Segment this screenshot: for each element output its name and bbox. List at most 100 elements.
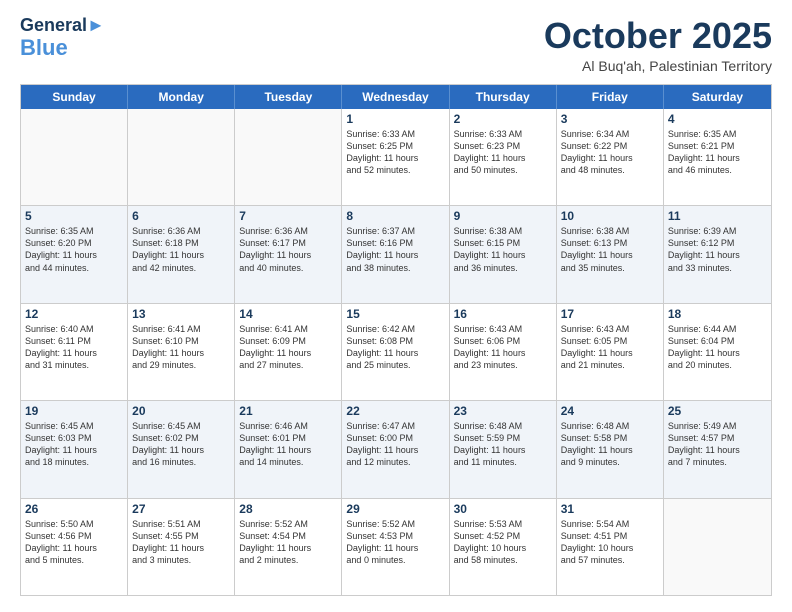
weekday-header: Thursday — [450, 85, 557, 109]
calendar-cell: 22 Sunrise: 6:47 AM Sunset: 6:00 PM Dayli… — [342, 401, 449, 497]
location: Al Buq'ah, Palestinian Territory — [544, 58, 772, 74]
weekday-header: Tuesday — [235, 85, 342, 109]
empty-cell — [235, 109, 342, 205]
day-number: 1 — [346, 112, 444, 126]
calendar-cell: 26 Sunrise: 5:50 AM Sunset: 4:56 PM Dayli… — [21, 499, 128, 595]
cell-info: Sunrise: 6:34 AM Sunset: 6:22 PM Dayligh… — [561, 128, 659, 177]
cell-info: Sunrise: 5:54 AM Sunset: 4:51 PM Dayligh… — [561, 518, 659, 567]
calendar-cell: 6 Sunrise: 6:36 AM Sunset: 6:18 PM Daylig… — [128, 206, 235, 302]
day-number: 4 — [668, 112, 767, 126]
calendar-row: 5 Sunrise: 6:35 AM Sunset: 6:20 PM Daylig… — [21, 206, 771, 303]
cell-info: Sunrise: 6:47 AM Sunset: 6:00 PM Dayligh… — [346, 420, 444, 469]
day-number: 21 — [239, 404, 337, 418]
cell-info: Sunrise: 6:38 AM Sunset: 6:15 PM Dayligh… — [454, 225, 552, 274]
cell-info: Sunrise: 6:45 AM Sunset: 6:02 PM Dayligh… — [132, 420, 230, 469]
cell-info: Sunrise: 6:45 AM Sunset: 6:03 PM Dayligh… — [25, 420, 123, 469]
calendar-cell: 30 Sunrise: 5:53 AM Sunset: 4:52 PM Dayli… — [450, 499, 557, 595]
cell-info: Sunrise: 6:35 AM Sunset: 6:20 PM Dayligh… — [25, 225, 123, 274]
day-number: 30 — [454, 502, 552, 516]
day-number: 6 — [132, 209, 230, 223]
calendar-cell: 7Sunrise: 6:36 AM Sunset: 6:17 PM Daylig… — [235, 206, 342, 302]
cell-info: Sunrise: 6:42 AM Sunset: 6:08 PM Dayligh… — [346, 323, 444, 372]
calendar-cell: 14Sunrise: 6:41 AM Sunset: 6:09 PM Dayli… — [235, 304, 342, 400]
day-number: 27 — [132, 502, 230, 516]
day-number: 2 — [454, 112, 552, 126]
cell-info: Sunrise: 6:43 AM Sunset: 6:05 PM Dayligh… — [561, 323, 659, 372]
day-number: 5 — [25, 209, 123, 223]
weekday-header: Friday — [557, 85, 664, 109]
title-block: October 2025 Al Buq'ah, Palestinian Terr… — [544, 16, 772, 74]
day-number: 11 — [668, 209, 767, 223]
cell-info: Sunrise: 6:46 AM Sunset: 6:01 PM Dayligh… — [239, 420, 337, 469]
calendar-cell: 1Sunrise: 6:33 AM Sunset: 6:25 PM Daylig… — [342, 109, 449, 205]
calendar-cell: 10 Sunrise: 6:38 AM Sunset: 6:13 PM Dayli… — [557, 206, 664, 302]
cell-info: Sunrise: 6:35 AM Sunset: 6:21 PM Dayligh… — [668, 128, 767, 177]
day-number: 15 — [346, 307, 444, 321]
day-number: 10 — [561, 209, 659, 223]
calendar-cell: 13Sunrise: 6:41 AM Sunset: 6:10 PM Dayli… — [128, 304, 235, 400]
weekday-header: Saturday — [664, 85, 771, 109]
cell-info: Sunrise: 5:52 AM Sunset: 4:54 PM Dayligh… — [239, 518, 337, 567]
calendar-cell: 19 Sunrise: 6:45 AM Sunset: 6:03 PM Dayli… — [21, 401, 128, 497]
header: General► Blue October 2025 Al Buq'ah, Pa… — [20, 16, 772, 74]
calendar-cell: 3Sunrise: 6:34 AM Sunset: 6:22 PM Daylig… — [557, 109, 664, 205]
calendar-cell: 4 Sunrise: 6:35 AM Sunset: 6:21 PM Daylig… — [664, 109, 771, 205]
calendar-header: SundayMondayTuesdayWednesdayThursdayFrid… — [21, 85, 771, 109]
calendar-row: 12Sunrise: 6:40 AM Sunset: 6:11 PM Dayli… — [21, 304, 771, 401]
calendar-body: 1Sunrise: 6:33 AM Sunset: 6:25 PM Daylig… — [21, 109, 771, 595]
cell-info: Sunrise: 6:36 AM Sunset: 6:18 PM Dayligh… — [132, 225, 230, 274]
cell-info: Sunrise: 6:44 AM Sunset: 6:04 PM Dayligh… — [668, 323, 767, 372]
day-number: 8 — [346, 209, 444, 223]
cell-info: Sunrise: 5:50 AM Sunset: 4:56 PM Dayligh… — [25, 518, 123, 567]
day-number: 14 — [239, 307, 337, 321]
empty-cell — [128, 109, 235, 205]
cell-info: Sunrise: 5:52 AM Sunset: 4:53 PM Dayligh… — [346, 518, 444, 567]
logo-text: General► — [20, 16, 105, 36]
day-number: 13 — [132, 307, 230, 321]
calendar-row: 19 Sunrise: 6:45 AM Sunset: 6:03 PM Dayli… — [21, 401, 771, 498]
calendar-row: 1Sunrise: 6:33 AM Sunset: 6:25 PM Daylig… — [21, 109, 771, 206]
calendar-cell: 20Sunrise: 6:45 AM Sunset: 6:02 PM Dayli… — [128, 401, 235, 497]
calendar-cell: 25Sunrise: 5:49 AM Sunset: 4:57 PM Dayli… — [664, 401, 771, 497]
calendar-cell: 15 Sunrise: 6:42 AM Sunset: 6:08 PM Dayli… — [342, 304, 449, 400]
cell-info: Sunrise: 6:38 AM Sunset: 6:13 PM Dayligh… — [561, 225, 659, 274]
day-number: 19 — [25, 404, 123, 418]
calendar: SundayMondayTuesdayWednesdayThursdayFrid… — [20, 84, 772, 596]
logo-line2: Blue — [20, 35, 68, 60]
cell-info: Sunrise: 6:33 AM Sunset: 6:23 PM Dayligh… — [454, 128, 552, 177]
cell-info: Sunrise: 6:43 AM Sunset: 6:06 PM Dayligh… — [454, 323, 552, 372]
empty-cell — [21, 109, 128, 205]
calendar-cell: 21 Sunrise: 6:46 AM Sunset: 6:01 PM Dayli… — [235, 401, 342, 497]
month-title: October 2025 — [544, 16, 772, 56]
day-number: 18 — [668, 307, 767, 321]
empty-cell — [664, 499, 771, 595]
cell-info: Sunrise: 6:48 AM Sunset: 5:58 PM Dayligh… — [561, 420, 659, 469]
cell-info: Sunrise: 6:48 AM Sunset: 5:59 PM Dayligh… — [454, 420, 552, 469]
weekday-header: Wednesday — [342, 85, 449, 109]
calendar-cell: 17 Sunrise: 6:43 AM Sunset: 6:05 PM Dayli… — [557, 304, 664, 400]
calendar-cell: 23 Sunrise: 6:48 AM Sunset: 5:59 PM Dayli… — [450, 401, 557, 497]
calendar-cell: 9 Sunrise: 6:38 AM Sunset: 6:15 PM Daylig… — [450, 206, 557, 302]
day-number: 7 — [239, 209, 337, 223]
calendar-cell: 11 Sunrise: 6:39 AM Sunset: 6:12 PM Dayli… — [664, 206, 771, 302]
day-number: 16 — [454, 307, 552, 321]
weekday-header: Sunday — [21, 85, 128, 109]
calendar-cell: 16 Sunrise: 6:43 AM Sunset: 6:06 PM Dayli… — [450, 304, 557, 400]
day-number: 22 — [346, 404, 444, 418]
logo: General► Blue — [20, 16, 105, 60]
page: General► Blue October 2025 Al Buq'ah, Pa… — [0, 0, 792, 612]
day-number: 28 — [239, 502, 337, 516]
cell-info: Sunrise: 5:53 AM Sunset: 4:52 PM Dayligh… — [454, 518, 552, 567]
day-number: 17 — [561, 307, 659, 321]
cell-info: Sunrise: 5:51 AM Sunset: 4:55 PM Dayligh… — [132, 518, 230, 567]
cell-info: Sunrise: 6:39 AM Sunset: 6:12 PM Dayligh… — [668, 225, 767, 274]
calendar-cell: 31Sunrise: 5:54 AM Sunset: 4:51 PM Dayli… — [557, 499, 664, 595]
day-number: 26 — [25, 502, 123, 516]
calendar-row: 26 Sunrise: 5:50 AM Sunset: 4:56 PM Dayli… — [21, 499, 771, 595]
cell-info: Sunrise: 6:37 AM Sunset: 6:16 PM Dayligh… — [346, 225, 444, 274]
calendar-cell: 5 Sunrise: 6:35 AM Sunset: 6:20 PM Daylig… — [21, 206, 128, 302]
calendar-cell: 8 Sunrise: 6:37 AM Sunset: 6:16 PM Daylig… — [342, 206, 449, 302]
day-number: 23 — [454, 404, 552, 418]
calendar-cell: 29Sunrise: 5:52 AM Sunset: 4:53 PM Dayli… — [342, 499, 449, 595]
day-number: 9 — [454, 209, 552, 223]
